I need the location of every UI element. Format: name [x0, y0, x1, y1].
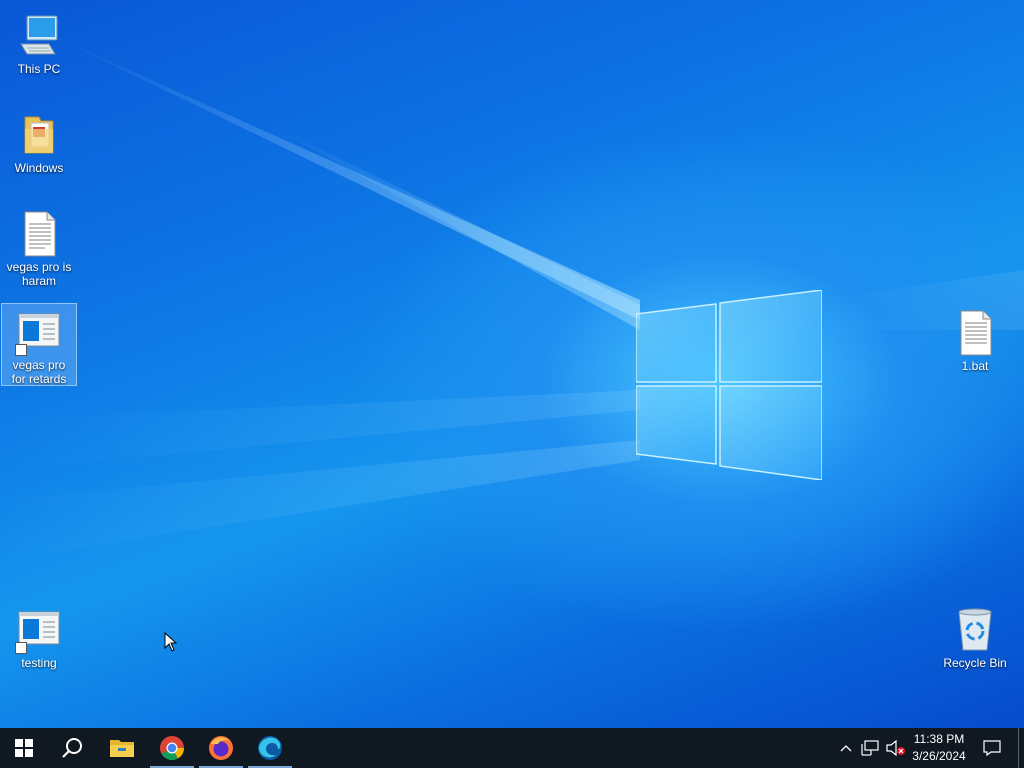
desktop-icon-vegas-pro-for-retards[interactable]: vegas pro for retards [1, 303, 77, 386]
clock-time: 11:38 PM [913, 732, 965, 746]
desktop-icon-label: Recycle Bin [943, 656, 1007, 670]
desktop-icon-recycle-bin[interactable]: Recycle Bin [937, 602, 1013, 670]
desktop-icon-vegas-pro-is-haram[interactable]: vegas pro is haram [1, 206, 77, 288]
network-status-button[interactable] [858, 728, 882, 768]
folder-icon [15, 111, 63, 159]
taskbar-firefox[interactable] [197, 728, 245, 768]
network-icon [861, 740, 879, 756]
batch-file-icon [951, 309, 999, 357]
notification-icon [983, 740, 1001, 756]
chrome-icon [160, 736, 184, 761]
file-explorer-icon [110, 740, 134, 757]
text-file-icon [15, 210, 63, 258]
taskbar-clock[interactable]: 11:38 PM 3/26/2024 [900, 728, 978, 768]
desktop-icon-testing[interactable]: testing [1, 602, 77, 670]
shortcut-arrow-icon [15, 642, 27, 654]
shortcut-arrow-icon [15, 344, 27, 356]
desktop-icon-label: vegas pro is haram [6, 260, 72, 288]
app-shortcut-icon [15, 606, 63, 654]
desktop-icon-label: This PC [17, 62, 61, 76]
clock-date: 3/26/2024 [912, 749, 966, 763]
this-pc-icon [15, 12, 63, 60]
mouse-cursor-icon [164, 632, 178, 652]
app-shortcut-icon [15, 308, 63, 356]
desktop-icon-label: 1.bat [961, 359, 989, 373]
desktop-icon-windows[interactable]: Windows [1, 107, 77, 175]
taskbar-microsoft-edge[interactable] [246, 728, 294, 768]
chevron-up-icon [840, 745, 852, 752]
taskbar: 11:38 PM 3/26/2024 [0, 728, 1024, 768]
wallpaper-light-beams [0, 30, 1024, 560]
edge-icon [258, 736, 282, 760]
windows-start-icon [15, 739, 33, 757]
desktop-icon-1-bat[interactable]: 1.bat [937, 305, 1013, 373]
desktop-icon-label: Windows [14, 161, 64, 175]
desktop: This PC Windows vegas pro is haram vegas… [0, 0, 1024, 728]
desktop-icon-label: vegas pro for retards [11, 358, 67, 386]
search-button[interactable] [48, 728, 96, 768]
show-hidden-icons-button[interactable] [836, 728, 856, 768]
desktop-icon-label: testing [21, 656, 57, 670]
firefox-icon [209, 736, 233, 760]
show-desktop-button[interactable] [1018, 728, 1024, 768]
search-icon [62, 738, 82, 758]
action-center-button[interactable] [978, 728, 1006, 768]
recycle-bin-icon [951, 606, 999, 654]
desktop-icon-this-pc[interactable]: This PC [1, 8, 77, 76]
start-button[interactable] [0, 728, 48, 768]
taskbar-file-explorer[interactable] [98, 728, 146, 768]
windows-wallpaper-logo-icon [636, 290, 822, 480]
taskbar-google-chrome[interactable] [148, 728, 196, 768]
